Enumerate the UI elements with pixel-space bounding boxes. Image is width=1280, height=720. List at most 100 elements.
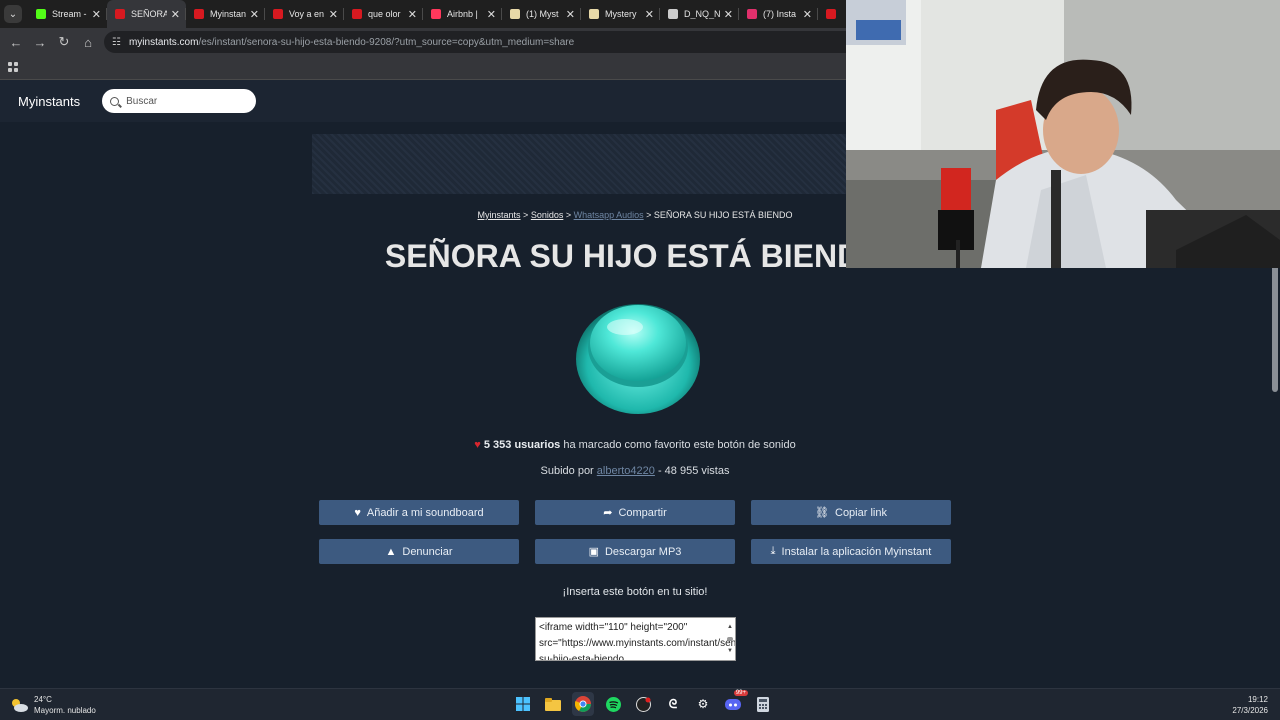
- spotify-icon[interactable]: [602, 692, 624, 716]
- install-app-button[interactable]: ⤓ Instalar la aplicación Myinstant: [751, 539, 951, 564]
- tab-close-icon[interactable]: ✕: [645, 8, 654, 21]
- views-count: - 48 955 vistas: [654, 465, 730, 477]
- weather-widget[interactable]: 24°C Mayorm. nublado: [10, 694, 96, 716]
- tab-title: Voy a en: [289, 9, 325, 19]
- taskbar: 24°C Mayorm. nublado ᘓ ⚙ 99+ 19:12 27/3/2…: [0, 688, 1280, 720]
- browser-tab[interactable]: Voy a en ✕: [265, 0, 344, 28]
- tab-title: Myinstan: [210, 9, 246, 19]
- tab-list: Stream - ✕ SEÑORA ✕ Myinstan ✕ Voy a en ✕ que ol…: [28, 0, 848, 28]
- date: 27/3/2026: [1232, 706, 1268, 715]
- share-button[interactable]: ➦ Compartir: [535, 500, 735, 525]
- breadcrumb-current: SEÑORA SU HIJO ESTÁ BIENDO: [653, 210, 793, 220]
- embed-title: ¡Inserta este botón en tu sitio!: [562, 586, 708, 598]
- heart-icon: ♥: [354, 506, 361, 519]
- breadcrumb-sounds-link[interactable]: Sonidos: [531, 210, 564, 220]
- browser-tab[interactable]: D_NQ_N ✕: [660, 0, 739, 28]
- chrome-icon[interactable]: [572, 692, 594, 716]
- tab-favicon-icon: [668, 9, 678, 19]
- upload-info: Subido por alberto4220 - 48 955 vistas: [0, 465, 1270, 477]
- capcut-icon[interactable]: ᘓ: [662, 692, 684, 716]
- settings-gear-icon[interactable]: ⚙: [692, 692, 714, 716]
- link-icon: ⛓: [815, 507, 829, 519]
- apps-grid-icon[interactable]: [8, 62, 18, 72]
- browser-tab[interactable]: Mystery ✕: [581, 0, 660, 28]
- url-host: myinstants.com: [128, 36, 199, 48]
- tab-favicon-icon: [510, 9, 520, 19]
- url-path: /es/instant/senora-su-hijo-esta-biendo-9…: [198, 36, 575, 48]
- search-input[interactable]: Buscar: [102, 89, 257, 113]
- tab-favicon-icon: [826, 9, 836, 19]
- tab-close-icon[interactable]: ✕: [408, 8, 417, 21]
- report-button[interactable]: ▲ Denunciar: [319, 539, 519, 564]
- favorites-count: 5 353 usuarios: [483, 439, 561, 451]
- weather-text: Mayorm. nublado: [34, 706, 96, 715]
- discord-icon[interactable]: 99+: [722, 690, 748, 716]
- reload-icon[interactable]: ↻: [52, 30, 76, 54]
- webcam-overlay: [846, 0, 1280, 268]
- breadcrumb-category-link[interactable]: Whatsapp Audios: [574, 210, 644, 220]
- tab-close-icon[interactable]: ✕: [171, 8, 180, 21]
- browser-tab[interactable]: (7) Insta ✕: [739, 0, 818, 28]
- uploaded-prefix: Subido por: [540, 465, 597, 477]
- file-explorer-icon[interactable]: [542, 692, 564, 716]
- tab-favicon-icon: [115, 9, 125, 19]
- button-label: Denunciar: [402, 545, 453, 558]
- tab-title: que olor: [368, 9, 401, 19]
- button-label: Instalar la aplicación Myinstant: [781, 545, 932, 558]
- tab-title: (1) Myst: [526, 9, 559, 19]
- tab-title: (7) Insta: [763, 9, 797, 19]
- browser-tab[interactable]: Stream - ✕: [28, 0, 107, 28]
- time: 19:12: [1247, 695, 1268, 704]
- browser-tab[interactable]: que olor ✕: [344, 0, 423, 28]
- ad-banner: [312, 134, 872, 194]
- share-arrow-icon: ➦: [603, 507, 613, 519]
- tab-favicon-icon: [194, 9, 204, 19]
- calculator-icon[interactable]: [752, 692, 774, 716]
- browser-tab[interactable]: (1) Myst ✕: [502, 0, 581, 28]
- textarea-scrollbar[interactable]: ▲ ▼: [726, 619, 734, 659]
- button-label: Compartir: [618, 506, 667, 519]
- save-disk-icon: ▣: [588, 546, 599, 558]
- tab-close-icon[interactable]: ✕: [724, 8, 733, 21]
- browser-tab[interactable]: M: [818, 0, 848, 28]
- embed-code: <iframe width="110" height="200" src="ht…: [539, 622, 736, 661]
- browser-tab[interactable]: Myinstan ✕: [186, 0, 265, 28]
- uploader-link[interactable]: alberto4220: [597, 465, 655, 477]
- browser-tab[interactable]: Airbnb | ✕: [423, 0, 502, 28]
- button-label: Descargar MP3: [604, 545, 682, 558]
- system-clock[interactable]: 19:12 27/3/2026: [1232, 694, 1268, 716]
- copy-link-button[interactable]: ⛓ Copiar link: [751, 500, 951, 525]
- breadcrumb-separator: >: [643, 210, 654, 220]
- tab-close-icon[interactable]: ✕: [250, 8, 259, 21]
- instant-play-button[interactable]: [575, 297, 701, 415]
- windows-start-icon[interactable]: [512, 692, 534, 716]
- site-logo[interactable]: Myinstants: [18, 94, 80, 109]
- tab-close-icon[interactable]: ✕: [329, 8, 338, 21]
- embed-code-textarea[interactable]: <iframe width="110" height="200" src="ht…: [535, 617, 736, 661]
- tab-title: Airbnb |: [447, 9, 478, 19]
- tab-title: Mystery: [605, 9, 637, 19]
- cloud-sun-icon: [12, 699, 28, 712]
- tab-close-icon[interactable]: ✕: [487, 8, 496, 21]
- tab-title: SEÑORA: [131, 9, 167, 19]
- tab-close-icon[interactable]: ✕: [92, 8, 101, 21]
- browser-tab[interactable]: SEÑORA ✕: [107, 0, 186, 28]
- tab-close-icon[interactable]: ✕: [803, 8, 812, 21]
- tab-close-icon[interactable]: ✕: [566, 8, 575, 21]
- add-to-soundboard-button[interactable]: ♥ Añadir a mi soundboard: [319, 500, 519, 525]
- tab-favicon-icon: [273, 9, 283, 19]
- breadcrumb-home-link[interactable]: Myinstants: [478, 210, 521, 220]
- home-icon[interactable]: ⌂: [76, 30, 100, 54]
- back-arrow-icon[interactable]: ←: [4, 30, 28, 54]
- download-mp3-button[interactable]: ▣ Descargar MP3: [535, 539, 735, 564]
- button-label: Copiar link: [835, 506, 887, 519]
- heart-icon: ♥: [474, 439, 481, 451]
- warning-icon: ▲: [385, 545, 397, 558]
- tab-favicon-icon: [431, 9, 441, 19]
- tab-favicon-icon: [352, 9, 362, 19]
- obs-icon[interactable]: [632, 692, 654, 716]
- tab-search-chevron-icon[interactable]: ⌄: [4, 5, 22, 23]
- site-settings-icon[interactable]: ☷: [112, 37, 121, 48]
- forward-arrow-icon[interactable]: →: [28, 30, 52, 54]
- temperature: 24°C: [34, 695, 52, 704]
